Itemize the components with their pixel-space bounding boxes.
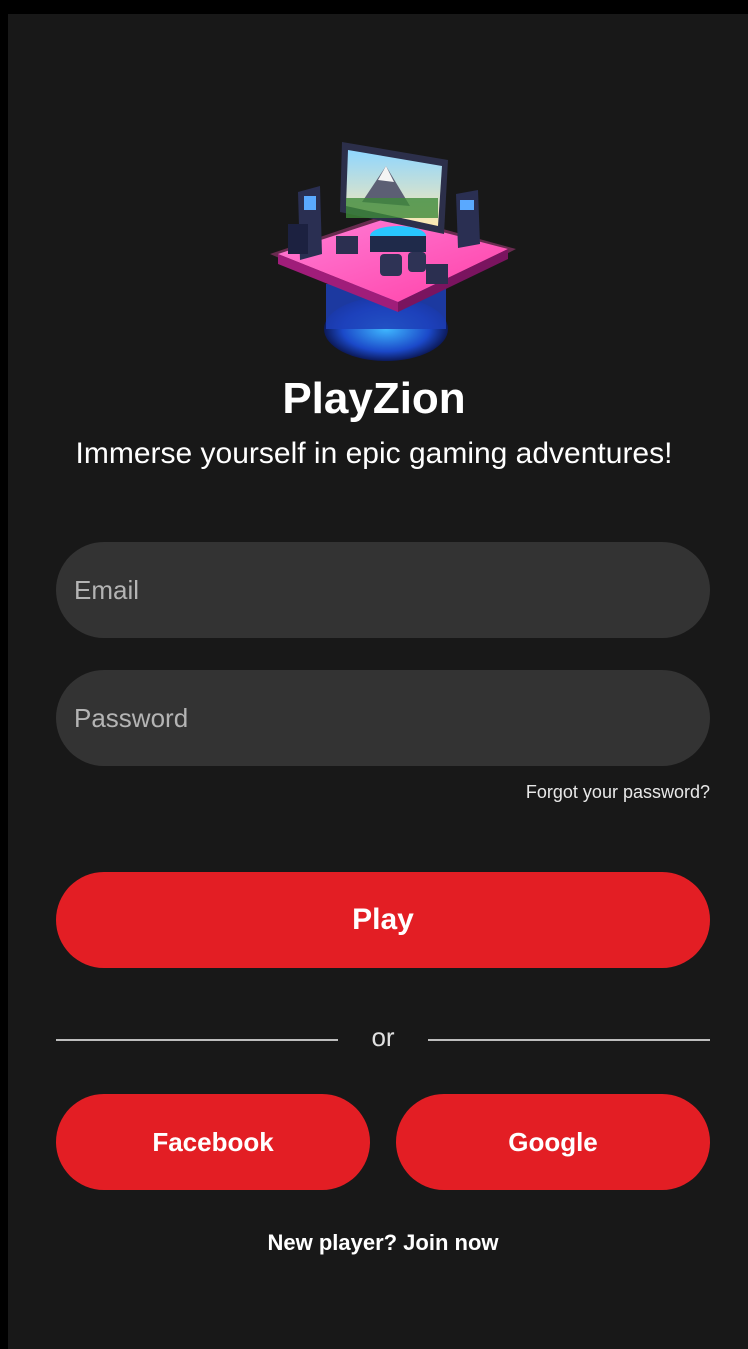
join-now-link[interactable]: New player? Join now: [0, 1230, 748, 1256]
gaming-room-logo-icon: [270, 142, 516, 361]
app-title: PlayZion: [282, 374, 466, 423]
forgot-password-link[interactable]: Forgot your password?: [526, 782, 710, 803]
divider-line-right: [428, 1039, 710, 1041]
app-tagline: Immerse yourself in epic gaming adventur…: [75, 437, 673, 470]
email-input[interactable]: [72, 573, 694, 607]
divider-line-left: [56, 1039, 338, 1041]
password-field[interactable]: [56, 670, 710, 766]
google-login-button[interactable]: Google: [396, 1094, 710, 1190]
divider-or-label: or: [371, 1022, 395, 1052]
email-field[interactable]: [56, 542, 710, 638]
facebook-login-button[interactable]: Facebook: [56, 1094, 370, 1190]
password-input[interactable]: [72, 701, 694, 735]
login-screen: PlayZion Immerse yourself in epic gaming…: [8, 14, 748, 1349]
play-button[interactable]: Play: [56, 872, 710, 968]
